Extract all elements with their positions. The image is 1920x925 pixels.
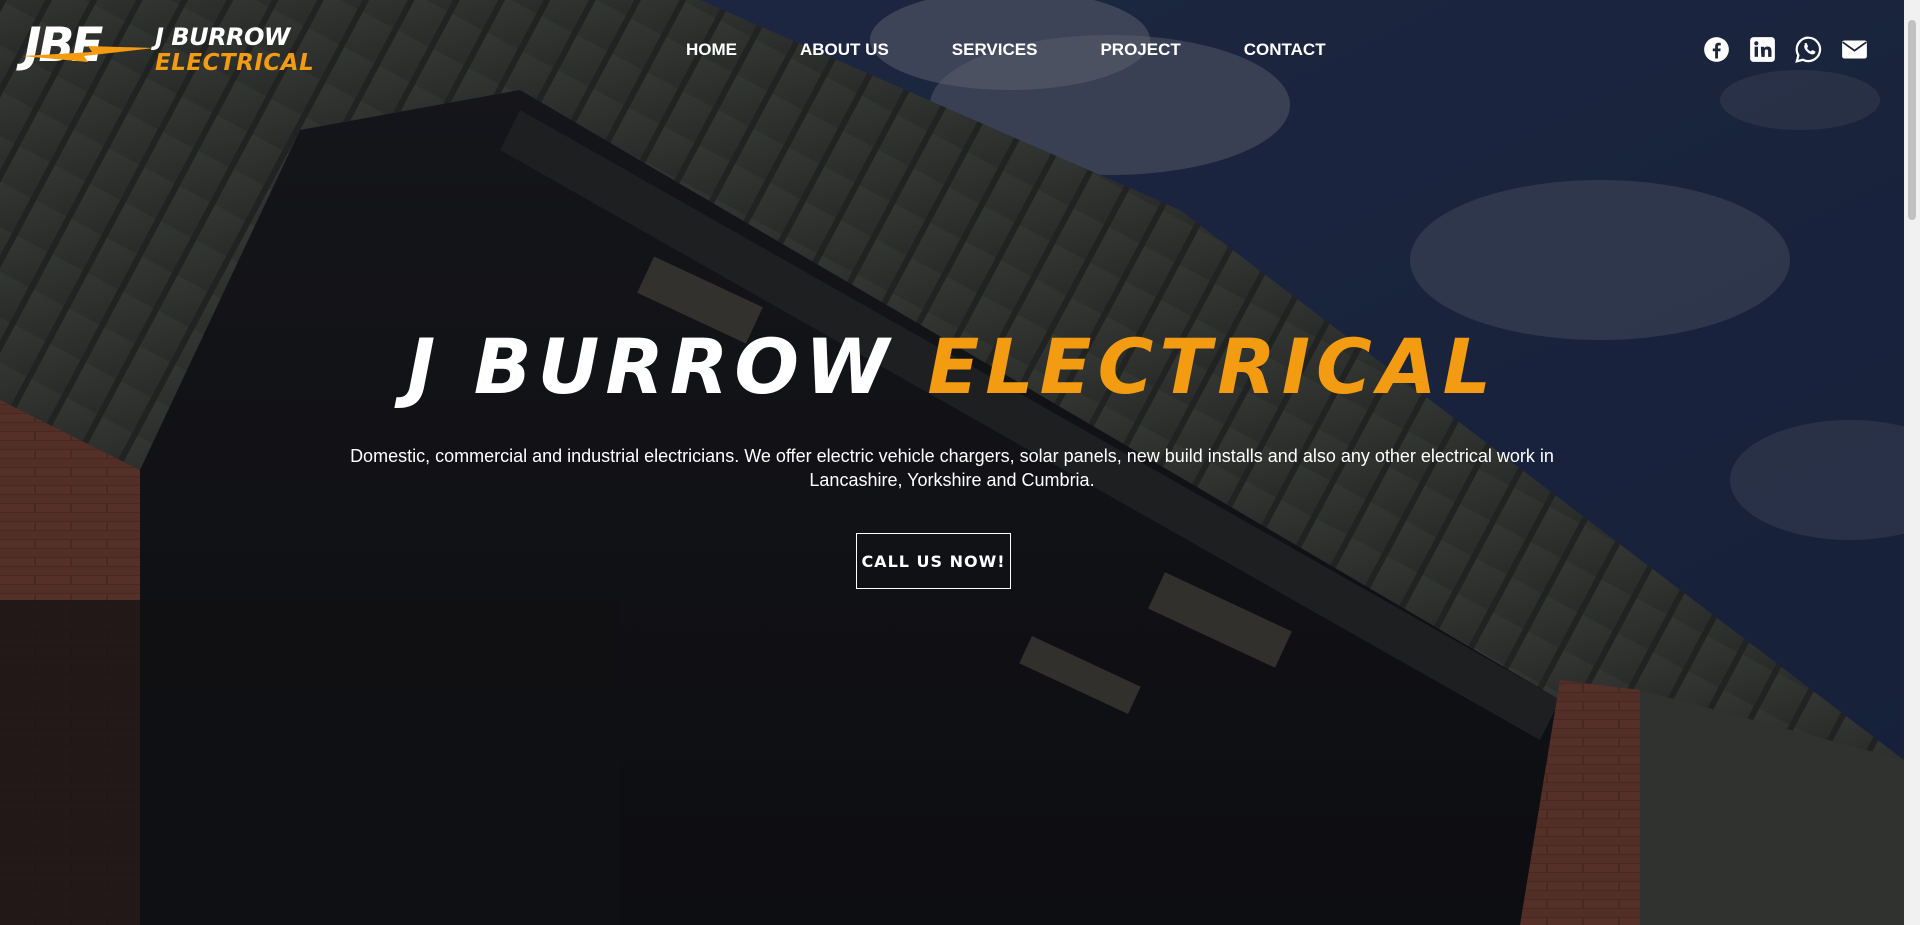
social-links: [1703, 36, 1868, 63]
lightning-bolt-icon: [22, 46, 154, 62]
facebook-icon[interactable]: [1703, 36, 1730, 63]
main-nav: HOME ABOUT US SERVICES PROJECT CONTACT: [686, 38, 1326, 62]
logo-name-line1: J BURROW: [155, 23, 290, 51]
nav-project[interactable]: PROJECT: [1100, 38, 1180, 62]
nav-services[interactable]: SERVICES: [952, 38, 1038, 62]
scrollbar-thumb[interactable]: [1908, 20, 1916, 220]
hero-description: Domestic, commercial and industrial elec…: [350, 446, 1554, 490]
hero-title-part1: J BURROW: [406, 322, 895, 411]
page-scrollbar[interactable]: [1904, 0, 1920, 925]
nav-about-us[interactable]: ABOUT US: [800, 38, 889, 62]
linkedin-icon[interactable]: [1749, 36, 1776, 63]
hero-title: J BURROW ELECTRICAL: [0, 322, 1904, 412]
email-icon[interactable]: [1841, 36, 1868, 63]
logo-mark: JBE: [22, 20, 154, 76]
hero-title-part2: ELECTRICAL: [927, 322, 1498, 411]
hero-section: JBE J BURROW ELECTRICAL HOME ABOUT US SE…: [0, 0, 1904, 925]
call-us-now-button[interactable]: CALL US NOW!: [856, 533, 1011, 589]
whatsapp-icon[interactable]: [1795, 36, 1822, 63]
nav-home[interactable]: HOME: [686, 38, 737, 62]
logo-wordmark: J BURROW ELECTRICAL: [155, 24, 314, 76]
nav-contact[interactable]: CONTACT: [1244, 38, 1326, 62]
logo-name-line2: ELECTRICAL: [155, 50, 315, 76]
logo[interactable]: JBE J BURROW ELECTRICAL: [22, 20, 314, 76]
site-header: JBE J BURROW ELECTRICAL HOME ABOUT US SE…: [0, 0, 1904, 100]
